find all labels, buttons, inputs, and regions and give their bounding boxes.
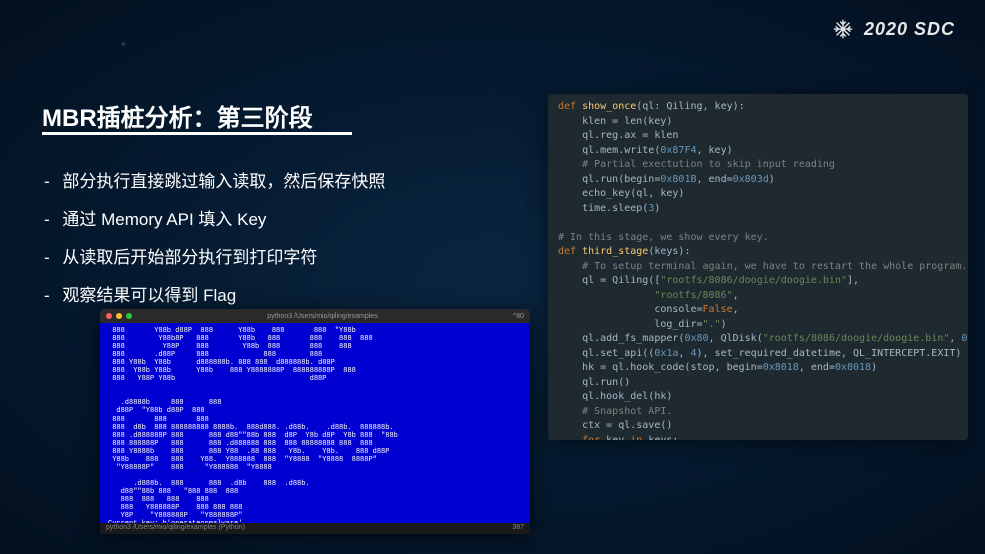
snowflake-icon	[832, 18, 854, 40]
header-brand: 2020 SDC	[832, 18, 955, 40]
terminal-statusbar: python3 /Users/mio/qiling/examples (Pyth…	[100, 523, 530, 534]
bullet-item: 通过 Memory API 填入 Key	[62, 203, 385, 237]
title-underline	[42, 132, 352, 135]
bullet-list: 部分执行直接跳过输入读取，然后保存快照 通过 Memory API 填入 Key…	[62, 165, 385, 317]
terminal-output: 888 Y88b d88P 888 Y88b 888 888 "Y88b 888…	[100, 323, 530, 532]
code-block: def show_once(ql: Qiling, key): klen = l…	[548, 94, 968, 440]
terminal-title: python3 /Users/mio/qiling/examples	[136, 313, 509, 320]
close-icon	[106, 313, 112, 319]
brand-text: 2020 SDC	[864, 19, 955, 40]
terminal-zoom: ^80	[513, 313, 524, 320]
status-left: python3 /Users/mio/qiling/examples (Pyth…	[106, 524, 245, 533]
bullet-item: 观察结果可以得到 Flag	[62, 279, 385, 313]
terminal-titlebar: python3 /Users/mio/qiling/examples ^80	[100, 309, 530, 323]
minimize-icon	[116, 313, 122, 319]
bullet-item: 部分执行直接跳过输入读取，然后保存快照	[62, 165, 385, 199]
status-right: 387	[512, 524, 524, 533]
maximize-icon	[126, 313, 132, 319]
terminal-window: python3 /Users/mio/qiling/examples ^80 8…	[100, 309, 530, 534]
slide-title: MBR插桩分析：第三阶段	[42, 98, 313, 133]
bullet-item: 从读取后开始部分执行到打印字符	[62, 241, 385, 275]
